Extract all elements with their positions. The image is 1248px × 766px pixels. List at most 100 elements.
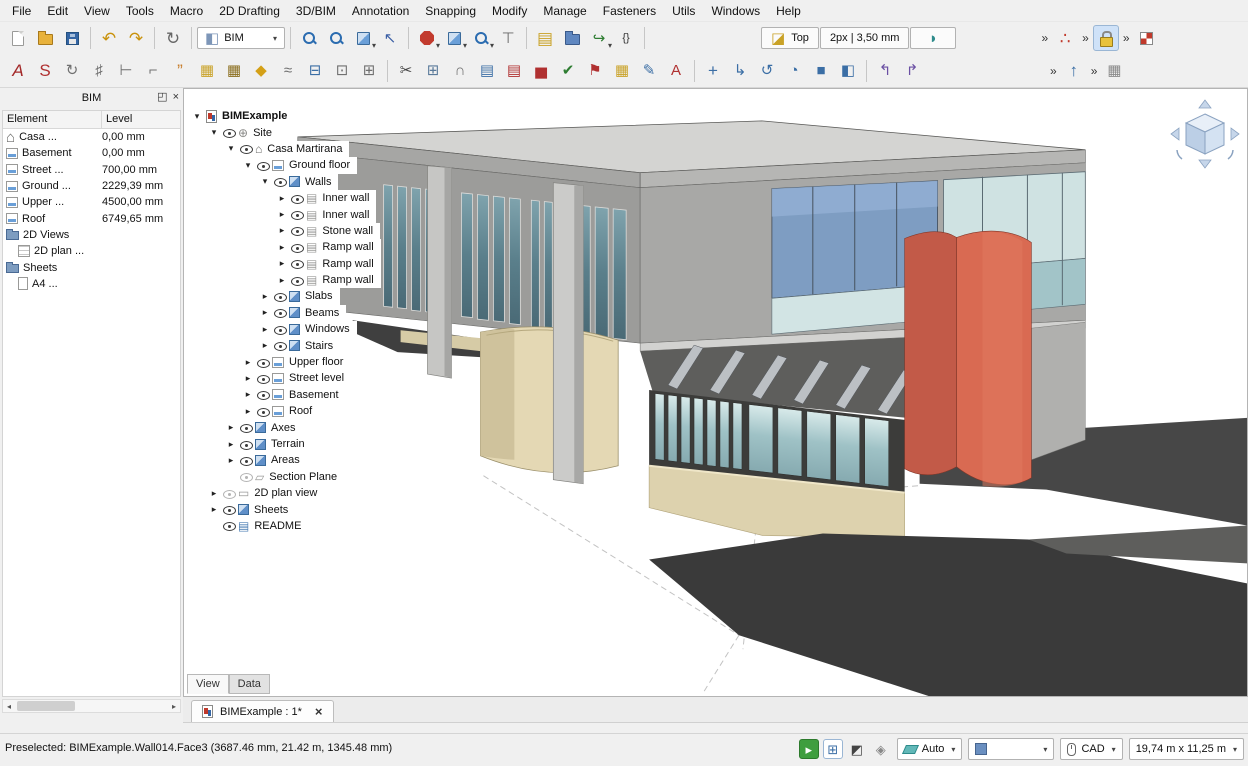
- refresh-button[interactable]: ↻: [160, 25, 186, 51]
- panel-row-2d-plan[interactable]: 2D plan ...: [3, 243, 180, 259]
- toolbar-overflow-button[interactable]: »: [1047, 64, 1060, 78]
- offset-button[interactable]: ↳: [727, 58, 753, 84]
- working-plane-top-button[interactable]: ◪Top: [761, 27, 819, 49]
- visibility-eye-icon[interactable]: [240, 142, 253, 155]
- annotation-flag-button[interactable]: ⚑: [582, 58, 608, 84]
- expand-arrow-icon[interactable]: ▸: [241, 357, 255, 368]
- menu-2d-drafting[interactable]: 2D Drafting: [211, 2, 288, 20]
- material-grid-button[interactable]: [1134, 25, 1160, 51]
- column-header-element[interactable]: Element: [3, 111, 102, 128]
- tab-data[interactable]: Data: [229, 674, 270, 694]
- difference-button[interactable]: ◧: [835, 58, 861, 84]
- menu-utils[interactable]: Utils: [664, 2, 703, 20]
- schedule-button[interactable]: ▤: [474, 58, 500, 84]
- orbit-button[interactable]: ◔: [781, 58, 807, 84]
- layers-button[interactable]: ▤: [532, 25, 558, 51]
- expand-arrow-icon[interactable]: ▾: [241, 160, 255, 171]
- layer-selector[interactable]: ▾: [968, 738, 1054, 760]
- menu-view[interactable]: View: [76, 2, 118, 20]
- panel-row-upper[interactable]: Upper ...4500,00 mm: [3, 194, 180, 210]
- visibility-eye-icon[interactable]: [291, 257, 304, 270]
- visibility-eye-icon[interactable]: [274, 290, 287, 303]
- draft-text-button[interactable]: A: [5, 58, 31, 84]
- draft-snap-button[interactable]: ◗: [910, 27, 956, 49]
- tile-grid-button[interactable]: ▦: [1101, 58, 1127, 84]
- scroll-right-icon[interactable]: ▸: [168, 702, 180, 711]
- visibility-eye-icon[interactable]: [223, 487, 236, 500]
- menu-modify[interactable]: Modify: [484, 2, 535, 20]
- tree-item-readme[interactable]: ▤README: [190, 518, 308, 534]
- expand-arrow-icon[interactable]: ▾: [190, 111, 204, 122]
- window-button[interactable]: ⊞: [420, 58, 446, 84]
- tree-item-beams[interactable]: ▸Beams: [190, 305, 346, 321]
- visibility-eye-icon[interactable]: [274, 339, 287, 352]
- menu-edit[interactable]: Edit: [39, 2, 76, 20]
- rebar-button[interactable]: ▦: [194, 58, 220, 84]
- document-tab[interactable]: BIMExample : 1* ×: [191, 700, 334, 722]
- lock-button[interactable]: [1093, 25, 1119, 51]
- upgrade-button[interactable]: ↱: [899, 58, 925, 84]
- menu-help[interactable]: Help: [768, 2, 809, 20]
- tree-item-walls[interactable]: ▾Walls: [190, 174, 338, 190]
- expand-arrow-icon[interactable]: ▸: [224, 422, 238, 433]
- expand-arrow-icon[interactable]: ▸: [275, 193, 289, 204]
- zoom-selection-button[interactable]: [323, 25, 349, 51]
- tree-item-areas[interactable]: ▸Areas: [190, 452, 307, 468]
- navigation-style-selector[interactable]: CAD ▾: [1060, 738, 1122, 760]
- tab-view[interactable]: View: [187, 674, 229, 694]
- texture-mode-button[interactable]: ◈: [871, 739, 891, 759]
- tree-item-terrain[interactable]: ▸Terrain: [190, 436, 312, 452]
- downgrade-button[interactable]: ↰: [872, 58, 898, 84]
- draw-style-button[interactable]: ◩: [847, 739, 867, 759]
- menu-macro[interactable]: Macro: [162, 2, 211, 20]
- tree-item-site[interactable]: ▾⊕Site: [190, 124, 279, 140]
- ifc-export-button[interactable]: ↪▾: [586, 25, 612, 51]
- expand-arrow-icon[interactable]: ▸: [224, 455, 238, 466]
- visibility-eye-icon[interactable]: [223, 519, 236, 532]
- quantities-button[interactable]: ▅: [528, 58, 554, 84]
- expand-arrow-icon[interactable]: ▸: [258, 307, 272, 318]
- tree-item-casa-martirana[interactable]: ▾⌂Casa Martirana: [190, 141, 349, 157]
- tree-item-roof[interactable]: ▸Roof: [190, 403, 319, 419]
- panel-row-sheets[interactable]: Sheets: [3, 259, 180, 275]
- expand-arrow-icon[interactable]: ▸: [241, 389, 255, 400]
- menu-fasteners[interactable]: Fasteners: [595, 2, 664, 20]
- menu-snapping[interactable]: Snapping: [417, 2, 484, 20]
- zoom-tools-button[interactable]: ▾: [468, 25, 494, 51]
- visibility-eye-icon[interactable]: [223, 503, 236, 516]
- dimension-button[interactable]: ⊢: [113, 58, 139, 84]
- tree-item-windows[interactable]: ▸Windows: [190, 321, 357, 337]
- expand-arrow-icon[interactable]: ▸: [207, 488, 221, 499]
- tree-item-ground-floor[interactable]: ▾Ground floor: [190, 157, 357, 173]
- render-toggle-button[interactable]: ▸: [799, 739, 819, 759]
- shapestring-button[interactable]: S: [32, 58, 58, 84]
- grid-button[interactable]: ▦: [221, 58, 247, 84]
- tree-item-section-plane[interactable]: ▱Section Plane: [190, 469, 344, 485]
- menu-3d-bim[interactable]: 3D/BIM: [288, 2, 344, 20]
- tree-item-slabs[interactable]: ▸Slabs: [190, 288, 340, 304]
- redo-button[interactable]: ↷: [123, 25, 149, 51]
- close-tab-icon[interactable]: ×: [315, 704, 323, 719]
- close-panel-icon[interactable]: ×: [173, 90, 179, 104]
- visibility-eye-icon[interactable]: [274, 323, 287, 336]
- expand-arrow-icon[interactable]: ▸: [275, 275, 289, 286]
- visibility-eye-icon[interactable]: [257, 405, 270, 418]
- level-section-button[interactable]: ⊤: [495, 25, 521, 51]
- section-view-button[interactable]: ▾: [414, 25, 440, 51]
- expand-arrow-icon[interactable]: ▸: [275, 258, 289, 269]
- visibility-eye-icon[interactable]: [291, 192, 304, 205]
- tree-item-basement[interactable]: ▸Basement: [190, 387, 346, 403]
- toolbar-overflow-button[interactable]: »: [1120, 31, 1133, 45]
- expand-arrow-icon[interactable]: ▸: [241, 373, 255, 384]
- save-button[interactable]: [59, 25, 85, 51]
- float-panel-icon[interactable]: ◰: [157, 90, 167, 104]
- visibility-eye-icon[interactable]: [240, 454, 253, 467]
- tree-item-2d-plan-view[interactable]: ▸▭2D plan view: [190, 485, 324, 501]
- visibility-eye-icon[interactable]: [240, 470, 253, 483]
- visibility-eye-icon[interactable]: [240, 438, 253, 451]
- image-plane-button[interactable]: ⊡: [329, 58, 355, 84]
- move-button[interactable]: +: [700, 58, 726, 84]
- panel-row-a4[interactable]: A4 ...: [3, 276, 180, 292]
- clipping-toggle-button[interactable]: ⊞: [823, 739, 843, 759]
- panel-row-2d-views[interactable]: 2D Views: [3, 227, 180, 243]
